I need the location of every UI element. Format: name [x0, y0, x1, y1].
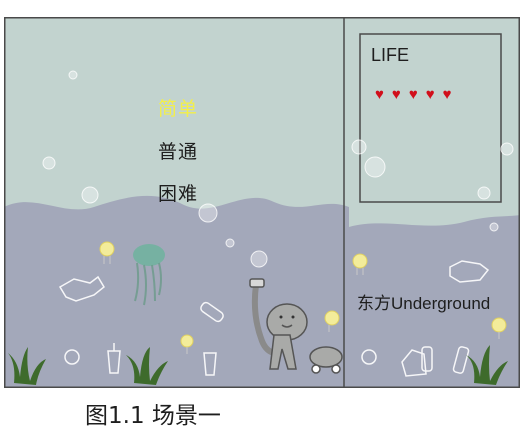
figure-caption: 图1.1 场景一	[85, 403, 221, 429]
bubble-icon	[81, 186, 99, 204]
bubble-icon	[351, 139, 367, 155]
heart-icon: ♥	[375, 86, 392, 103]
life-label: LIFE	[371, 45, 410, 65]
scene-background	[4, 17, 520, 388]
heart-icon: ♥	[425, 86, 443, 103]
bubble-icon	[500, 142, 514, 156]
difficulty-normal-option[interactable]: 普通	[158, 137, 198, 164]
heart-icon: ♥	[408, 86, 426, 103]
bubble-icon	[68, 70, 78, 80]
bubble-icon	[225, 238, 235, 248]
game-title: 东方Underground	[357, 294, 491, 313]
game-scene: 简单 普通 困难 LIFE ♥♥♥♥♥ 东方Underground	[4, 17, 520, 388]
bubble-icon	[489, 222, 499, 232]
difficulty-hard-option[interactable]: 困难	[158, 179, 198, 206]
heart-icon: ♥	[442, 86, 460, 103]
bubble-icon	[198, 203, 218, 223]
heart-icon: ♥	[391, 86, 409, 103]
difficulty-easy-option[interactable]: 简单	[158, 94, 198, 121]
bubble-icon	[477, 186, 491, 200]
bubble-icon	[250, 250, 268, 268]
seabed-wave	[4, 195, 349, 388]
life-hearts: ♥♥♥♥♥	[375, 87, 460, 102]
bubble-icon	[42, 156, 56, 170]
bubble-icon	[364, 156, 386, 178]
